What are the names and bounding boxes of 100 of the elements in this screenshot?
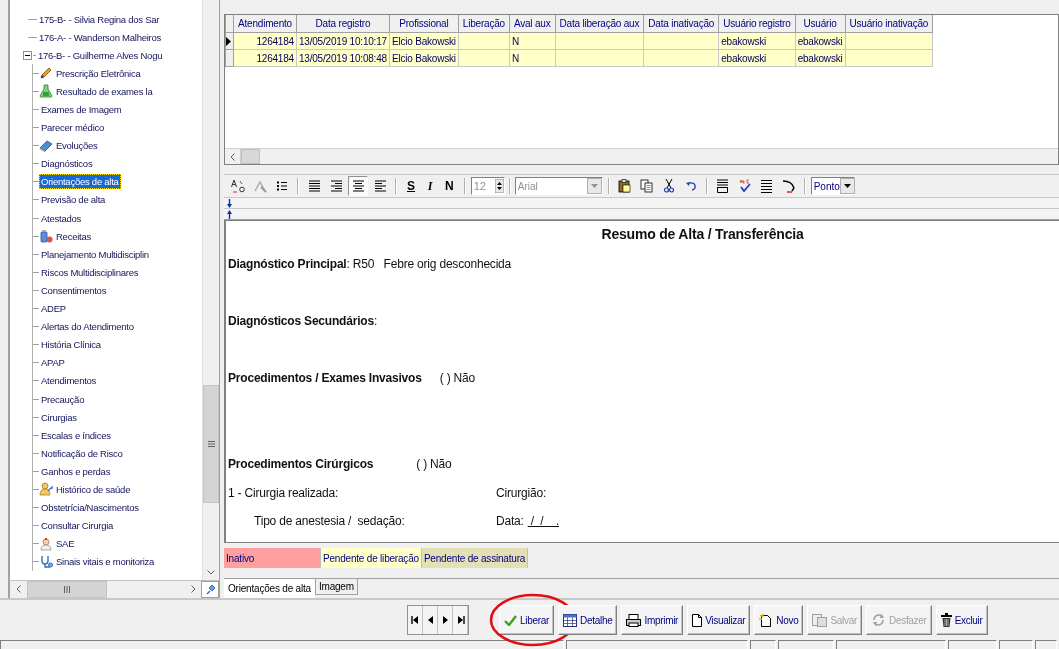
column-header[interactable]: Profissional bbox=[389, 15, 459, 33]
horizontal-scrollbar[interactable] bbox=[225, 148, 1058, 164]
tree-item[interactable]: Receitas bbox=[54, 228, 93, 244]
table-cell: N bbox=[511, 35, 519, 47]
column-header[interactable]: Usuário registro bbox=[718, 15, 796, 33]
save-icon bbox=[812, 613, 828, 627]
pin-icon bbox=[204, 584, 216, 595]
table-icon bbox=[563, 613, 578, 627]
tree-item[interactable]: Orientações de alta bbox=[39, 174, 121, 190]
spellcheck-icon bbox=[738, 179, 751, 193]
tree-item[interactable]: Planejamento Multidisciplin bbox=[39, 246, 151, 262]
scrollbar-thumb[interactable] bbox=[203, 385, 219, 503]
horizontal-scrollbar[interactable] bbox=[8, 580, 219, 598]
table-cell: Elcio Bakowski bbox=[391, 35, 456, 47]
document-text: Diagnósticos Secundários: bbox=[228, 314, 378, 328]
column-header[interactable]: Liberação bbox=[458, 15, 510, 33]
table-cell: 13/05/2019 10:10:17 bbox=[298, 35, 387, 47]
column-header[interactable]: Usuário inativação bbox=[845, 15, 933, 33]
scissors-icon bbox=[663, 179, 674, 193]
tree-item[interactable]: Previsão de alta bbox=[39, 192, 108, 208]
tree-item[interactable]: ADEP bbox=[39, 301, 68, 317]
tree-item[interactable]: Prescrição Eletrônica bbox=[54, 65, 143, 81]
column-header[interactable]: Usuário bbox=[795, 15, 845, 33]
tree-item[interactable]: APAP bbox=[39, 355, 67, 371]
first-record-button[interactable] bbox=[408, 606, 423, 634]
collapse-icon[interactable] bbox=[23, 50, 32, 60]
action-button[interactable]: Novo bbox=[754, 605, 804, 635]
action-button[interactable]: Liberar bbox=[499, 605, 555, 635]
previous-record-button[interactable] bbox=[423, 606, 438, 634]
table-cell: 1264184 bbox=[256, 52, 294, 64]
tree-item[interactable]: Resultado de exames la bbox=[54, 83, 155, 99]
align-center-icon bbox=[352, 180, 364, 192]
triangle-right-icon bbox=[440, 616, 450, 624]
flask-icon bbox=[39, 84, 53, 99]
tree-item[interactable]: Cirurgias bbox=[39, 409, 79, 425]
action-button[interactable]: Excluir bbox=[935, 605, 988, 635]
action-button[interactable]: Detalhe bbox=[558, 605, 618, 635]
section-heading: Procedimentos Cirúrgicos bbox=[228, 457, 374, 471]
table-cell: 13/05/2019 10:08:48 bbox=[298, 52, 387, 64]
page-icon bbox=[692, 613, 703, 627]
action-button[interactable]: Imprimir bbox=[621, 605, 684, 635]
next-record-button[interactable] bbox=[438, 606, 453, 634]
action-button[interactable]: Visualizar bbox=[687, 605, 751, 635]
scrollbar-thumb[interactable] bbox=[27, 581, 107, 598]
section-heading: Procedimentos / Exames Invasivos bbox=[228, 371, 422, 385]
column-header[interactable]: Data liberação aux bbox=[555, 15, 644, 33]
tree-item[interactable]: Precaução bbox=[39, 391, 87, 407]
tree-item[interactable]: Alertas do Atendimento bbox=[39, 319, 136, 335]
tree-item[interactable]: Ganhos e perdas bbox=[39, 463, 113, 479]
tree-item[interactable]: 176-A- - Wanderson Malheiros bbox=[37, 29, 163, 45]
last-record-button[interactable] bbox=[453, 606, 468, 634]
paste-icon bbox=[618, 179, 632, 193]
chevron-left-icon bbox=[230, 152, 235, 161]
tree-item[interactable]: Histórico de saúde bbox=[54, 482, 133, 497]
unit-dropdown[interactable]: Ponto bbox=[810, 177, 855, 195]
underline-button[interactable]: S bbox=[402, 177, 420, 195]
column-header[interactable]: Data registro bbox=[296, 15, 390, 33]
document-title: Resumo de Alta / Transferência bbox=[600, 226, 805, 242]
pin-button[interactable] bbox=[201, 581, 219, 598]
tree-item[interactable]: Diagnósticos bbox=[39, 156, 95, 172]
stethoscope-icon bbox=[39, 554, 53, 569]
tree-item[interactable]: SAE bbox=[54, 536, 77, 552]
column-header[interactable]: Aval aux bbox=[509, 15, 555, 33]
tree-item[interactable]: Consentimentos bbox=[39, 282, 109, 298]
tree-item[interactable]: Sinais vitais e monitoriza bbox=[54, 554, 157, 570]
column-header[interactable]: Data inativação bbox=[643, 15, 719, 33]
tree-item[interactable]: Atestados bbox=[39, 210, 83, 226]
tree-item[interactable]: Exames de Imagem bbox=[39, 102, 124, 117]
align-left-icon bbox=[374, 180, 386, 192]
scrollbar-thumb[interactable] bbox=[241, 149, 260, 164]
tree-item[interactable]: 176-B- - Guilherme Alves Nogu bbox=[36, 47, 165, 63]
italic-button[interactable]: I bbox=[422, 177, 438, 195]
tab[interactable]: Orientações de alta bbox=[224, 579, 315, 598]
option-text: ( ) Não bbox=[416, 457, 452, 471]
align-button[interactable] bbox=[348, 176, 368, 196]
column-header[interactable]: Atendimento bbox=[233, 15, 297, 33]
arrow-up-icon bbox=[227, 209, 232, 219]
tree-item[interactable]: Parecer médico bbox=[39, 120, 107, 136]
tree-item[interactable]: Escalas e índices bbox=[39, 427, 113, 443]
tree-item[interactable]: Atendimentos bbox=[39, 373, 99, 389]
new-page-icon bbox=[759, 613, 774, 627]
field-label: Data: bbox=[496, 514, 524, 528]
text-case-icon bbox=[231, 179, 245, 193]
tree-item[interactable]: Notificação de Risco bbox=[39, 445, 125, 461]
skip-to-first-icon bbox=[410, 616, 420, 624]
tree-item[interactable]: 175-B- - Silvia Regina dos Sar bbox=[37, 11, 162, 27]
tree-item[interactable]: História Clínica bbox=[39, 337, 103, 353]
pen-icon bbox=[782, 179, 796, 193]
format-painter-icon bbox=[253, 179, 267, 193]
bullet-list-icon bbox=[277, 181, 287, 191]
bold-button[interactable]: N bbox=[440, 177, 459, 195]
tree-item[interactable]: Riscos Multidisciplinares bbox=[39, 264, 141, 280]
tree-item[interactable]: Obstetrícia/Nascimentos bbox=[39, 500, 141, 516]
field-label: 1 - Cirurgia realizada: bbox=[228, 486, 339, 500]
tree-item[interactable]: Evoluções bbox=[54, 138, 100, 154]
tree-item[interactable]: Consultar Cirurgia bbox=[39, 518, 116, 534]
chevron-down-icon bbox=[207, 569, 215, 575]
table-cell: 1264184 bbox=[256, 35, 294, 47]
tab[interactable]: Imagem bbox=[314, 579, 358, 595]
vertical-scrollbar[interactable] bbox=[202, 0, 219, 580]
